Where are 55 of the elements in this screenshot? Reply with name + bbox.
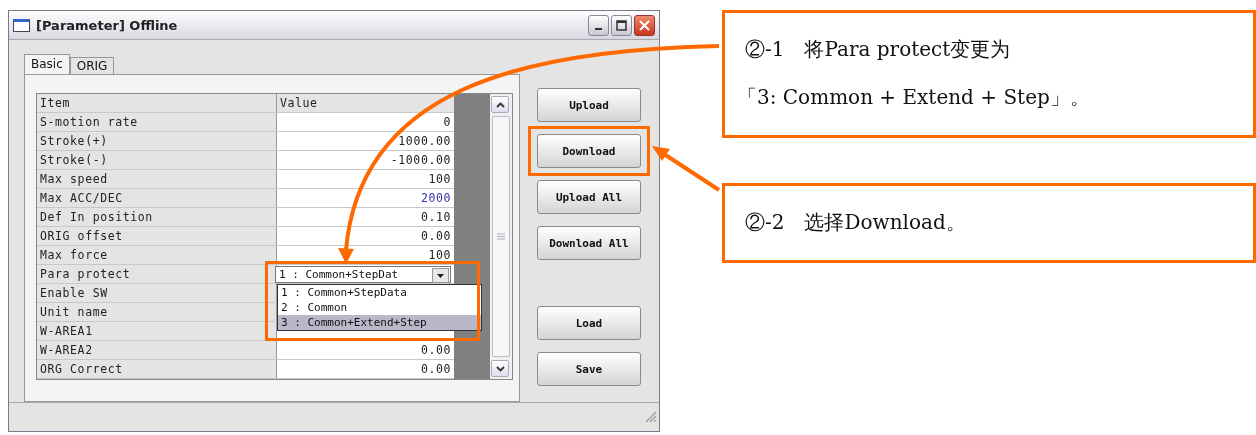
chevron-down-icon bbox=[495, 365, 505, 372]
callout-text: ②-2 选择Download。 bbox=[745, 209, 967, 236]
column-header: Value bbox=[277, 94, 454, 112]
caret-icon bbox=[437, 273, 444, 278]
table-cell: 0.00 bbox=[277, 227, 454, 245]
action-button[interactable]: Save bbox=[537, 352, 641, 386]
table-cell: 0.00 bbox=[277, 360, 454, 378]
chevron-up-icon bbox=[495, 101, 505, 108]
table-cell: -1000.00 bbox=[277, 151, 454, 169]
table-cell: Def In position bbox=[37, 208, 277, 226]
column-header: Item bbox=[37, 94, 277, 112]
table-cell: 100 bbox=[277, 170, 454, 188]
table-cell: Stroke(+) bbox=[37, 132, 277, 150]
action-button[interactable]: Download bbox=[537, 134, 641, 168]
table-cell: S-motion rate bbox=[37, 113, 277, 131]
action-button[interactable]: Download All bbox=[537, 226, 641, 260]
table-cell: 2000 bbox=[277, 189, 454, 207]
table-cell: Enable SW bbox=[37, 284, 277, 302]
table-cell: Para protect bbox=[37, 265, 277, 283]
resize-grip-icon[interactable] bbox=[645, 411, 657, 423]
maximize-button[interactable] bbox=[611, 14, 632, 36]
pointer-arrow bbox=[652, 146, 721, 192]
table-cell: ORG Correct bbox=[37, 360, 277, 378]
action-button[interactable]: Load bbox=[537, 306, 641, 340]
table-cell: 0.00 bbox=[277, 341, 454, 359]
dropdown-option[interactable]: 3 : Common+Extend+Step bbox=[278, 315, 481, 330]
dropdown[interactable]: 1 : Common+StepDat bbox=[275, 266, 451, 283]
window-icon bbox=[13, 18, 30, 32]
tab[interactable]: ORIG bbox=[69, 57, 115, 74]
table-cell: Unit name bbox=[37, 303, 277, 321]
table-cell: Max speed bbox=[37, 170, 277, 188]
action-button[interactable]: Upload bbox=[537, 88, 641, 122]
table-cell: W-AREA2 bbox=[37, 341, 277, 359]
tab[interactable]: Basic bbox=[24, 54, 70, 74]
table-cell: Max ACC/DEC bbox=[37, 189, 277, 207]
window-title: [Parameter] Offline bbox=[36, 17, 178, 33]
minimize-button[interactable] bbox=[588, 14, 609, 36]
close-icon bbox=[639, 19, 650, 31]
dropdown-option[interactable]: 1 : Common+StepData bbox=[278, 285, 481, 300]
close-button[interactable] bbox=[634, 14, 655, 36]
grip-lines-icon bbox=[497, 233, 505, 240]
table-cell: Max force bbox=[37, 246, 277, 264]
table-cell: Stroke(-) bbox=[37, 151, 277, 169]
table-cell: 0.10 bbox=[277, 208, 454, 226]
table-cell: 0 bbox=[277, 113, 454, 131]
table-cell: ORIG offset bbox=[37, 227, 277, 245]
action-button[interactable]: Upload All bbox=[537, 180, 641, 214]
scrollbar[interactable] bbox=[490, 94, 512, 379]
minimize-icon bbox=[595, 27, 602, 30]
maximize-icon bbox=[616, 19, 627, 31]
table-cell: W-AREA1 bbox=[37, 322, 277, 340]
table-cell: 1000.00 bbox=[277, 132, 454, 150]
callout-text: 「3: Common + Extend + Step」。 bbox=[737, 84, 1091, 111]
callout-text: ②-1 将Para protect变更为 bbox=[745, 36, 1012, 63]
dropdown-option[interactable]: 2 : Common bbox=[278, 300, 481, 315]
